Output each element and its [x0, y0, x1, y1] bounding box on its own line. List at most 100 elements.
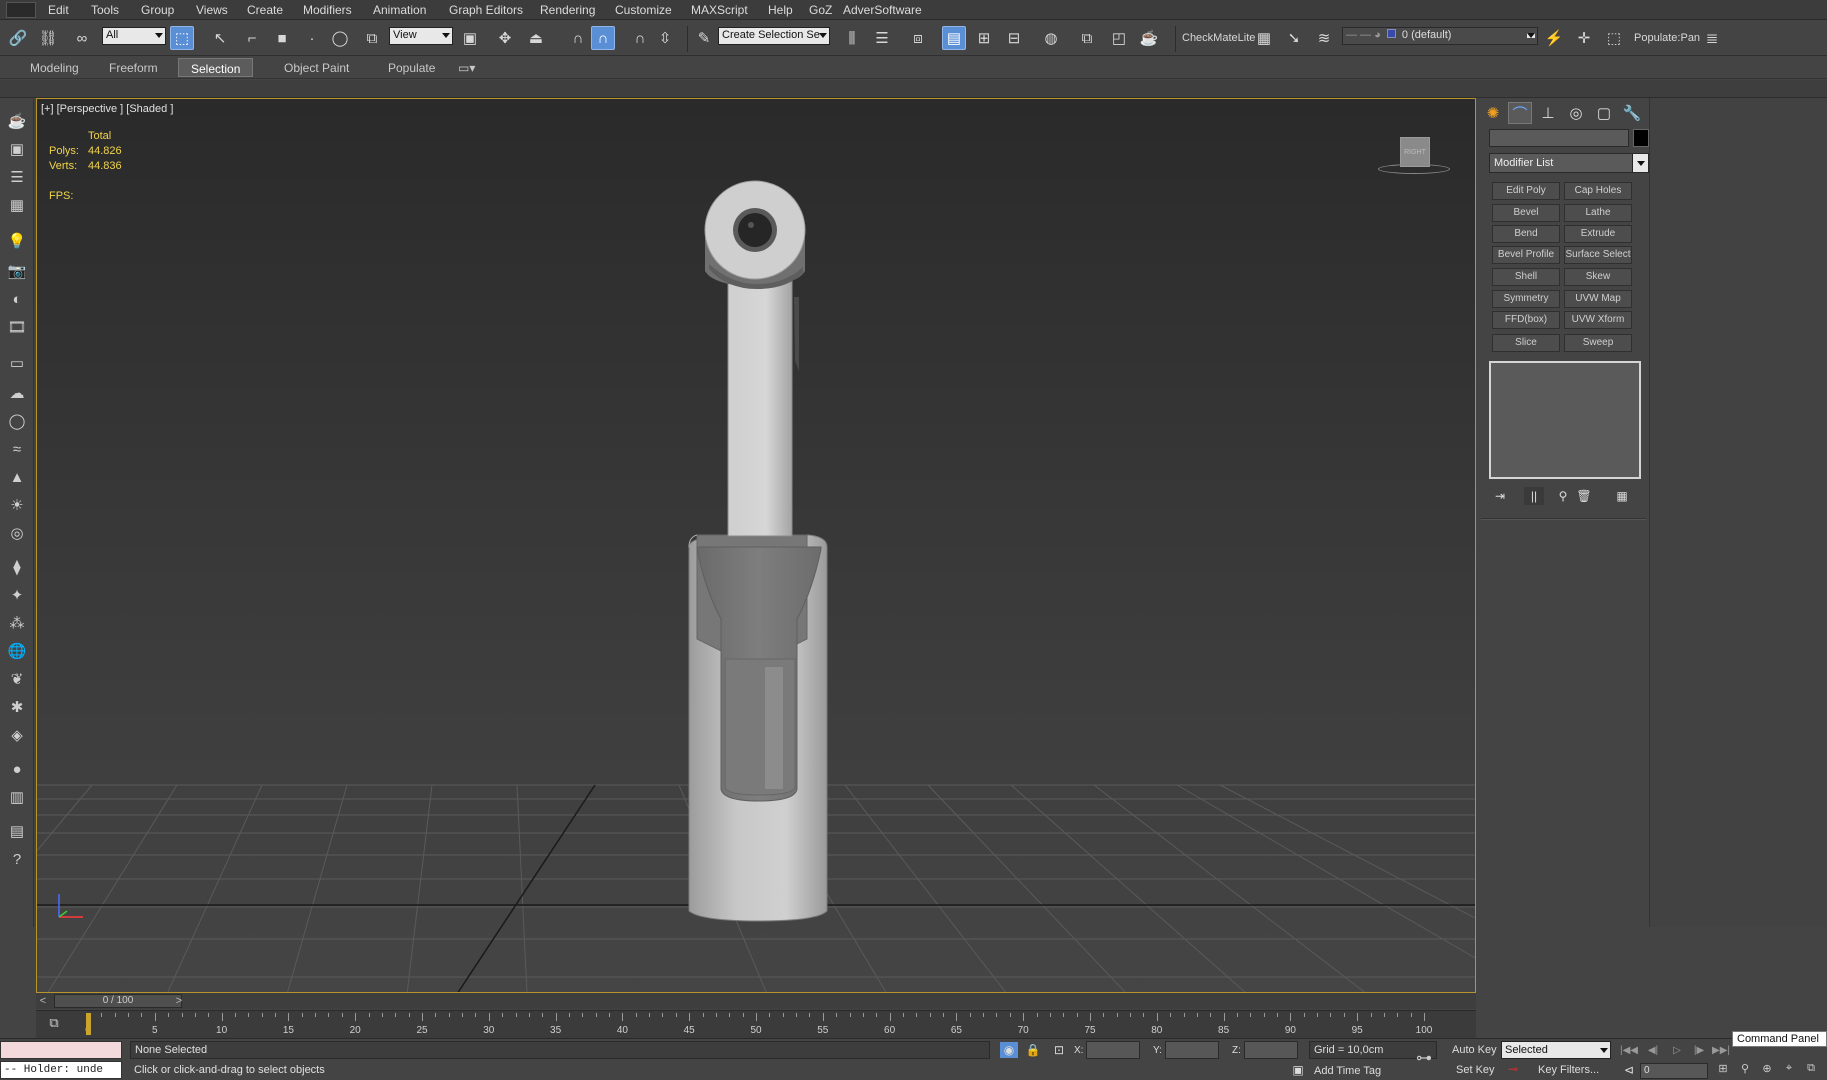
field-of-view-icon[interactable]: ⌖	[1780, 1062, 1798, 1078]
menu-help[interactable]: Help	[768, 3, 793, 17]
layer-dropdown[interactable]: — — ◕ 0 (default)	[1342, 27, 1538, 45]
select-manipulate-icon[interactable]: ✥	[493, 26, 517, 50]
rendered-frame-window-icon[interactable]: ◰	[1107, 26, 1131, 50]
material-sphere-icon[interactable]: ●	[5, 757, 29, 781]
named-selection-dropdown[interactable]: Create Selection Se	[718, 27, 830, 45]
next-frame-arrow[interactable]: >	[172, 994, 186, 1008]
edit-named-selection-icon[interactable]: ✎	[692, 26, 716, 50]
particle-icon[interactable]: ✦	[5, 583, 29, 607]
menu-edit[interactable]: Edit	[48, 3, 69, 17]
tab-freeform[interactable]: Freeform	[97, 58, 170, 77]
globe-icon[interactable]: 🌐	[5, 639, 29, 663]
time-cursor[interactable]	[86, 1013, 91, 1035]
modifier-button[interactable]: Symmetry	[1492, 290, 1560, 308]
modifier-button[interactable]: UVW Xform	[1564, 311, 1632, 329]
spring-icon[interactable]: ≈	[5, 437, 29, 461]
modifier-button[interactable]: Lathe	[1564, 204, 1632, 222]
menu-goz[interactable]: GoZ	[809, 3, 832, 17]
window-crossing-icon[interactable]: ■	[270, 26, 294, 50]
hair-fur-icon[interactable]: ✱	[5, 695, 29, 719]
select-and-scale-icon[interactable]: ⧉	[360, 26, 384, 50]
select-highlight-icon[interactable]: ⬚	[1602, 26, 1626, 50]
light-icon[interactable]: 💡	[5, 229, 29, 253]
track-bar[interactable]: ⧉ 05101520253035404550556065707580859095…	[36, 1010, 1476, 1038]
create-tab-icon[interactable]: ✺	[1481, 102, 1505, 124]
x-coordinate-field[interactable]	[1086, 1041, 1140, 1059]
viewport-label[interactable]: [+] [Perspective ] [Shaded ]	[41, 103, 173, 115]
time-configuration-icon[interactable]: ⊞	[1714, 1062, 1732, 1078]
object-color-swatch[interactable]	[1633, 129, 1649, 147]
film-icon[interactable]: 🎞	[5, 315, 29, 339]
set-key-button[interactable]: Set Key	[1456, 1064, 1495, 1076]
modifier-button[interactable]: Skew	[1564, 268, 1632, 286]
pin-stack-icon[interactable]: ⇥	[1490, 487, 1510, 505]
z-coordinate-field[interactable]	[1244, 1041, 1298, 1059]
add-icon[interactable]: ✛	[1572, 26, 1596, 50]
render-setup-icon[interactable]: ⧉	[1075, 26, 1099, 50]
maxscript-listener-output[interactable]: -- Holder: unde	[0, 1061, 122, 1079]
select-by-name-icon[interactable]: ↖	[208, 26, 232, 50]
pivot-center-icon[interactable]: ▣	[458, 26, 482, 50]
percent-snap-icon[interactable]: ∩	[628, 26, 652, 50]
selection-lock-icon[interactable]: 🔒	[1024, 1042, 1042, 1058]
maximize-viewport-icon[interactable]: ⧉	[1802, 1062, 1820, 1078]
tab-object-paint[interactable]: Object Paint	[272, 58, 361, 77]
angle-snap-icon[interactable]: ∩	[591, 26, 615, 50]
snaps-toggle-icon[interactable]: ∩	[566, 26, 590, 50]
perspective-viewport[interactable]: [+] [Perspective ] [Shaded ] Total Polys…	[36, 98, 1476, 993]
key-mode-dropdown[interactable]: Selected	[1501, 1041, 1611, 1059]
time-slider[interactable]: < 0 / 100 >	[36, 993, 1476, 1009]
help-icon[interactable]: ?	[5, 847, 29, 871]
checkmate-label[interactable]: CheckMateLite	[1182, 32, 1255, 44]
y-coordinate-field[interactable]	[1165, 1041, 1219, 1059]
add-time-tag-button[interactable]: Add Time Tag	[1314, 1065, 1381, 1077]
current-frame-field[interactable]: 0	[1640, 1063, 1708, 1079]
viewcube-compass[interactable]	[1378, 164, 1450, 174]
menu-rendering[interactable]: Rendering	[540, 3, 595, 17]
menu-customize[interactable]: Customize	[615, 3, 672, 17]
obj-icon[interactable]: ◈	[5, 723, 29, 747]
display-tab-icon[interactable]: ▢	[1592, 102, 1616, 124]
scene-explorer-icon[interactable]: ▤	[942, 26, 966, 50]
schematic-view-icon[interactable]: ⊟	[1002, 26, 1026, 50]
mirror-icon[interactable]: ⫼	[840, 26, 864, 50]
modifier-button[interactable]: UVW Map	[1564, 290, 1632, 308]
tab-modeling[interactable]: Modeling	[18, 58, 91, 77]
layer-manager-icon[interactable]: ≋	[1312, 26, 1336, 50]
spinner-snap-icon[interactable]: ⇳	[653, 26, 677, 50]
time-slider-thumb[interactable]: 0 / 100	[54, 994, 182, 1008]
configure-sets-icon[interactable]: ▦	[1612, 487, 1632, 505]
plane-icon[interactable]: ▭	[5, 351, 29, 375]
sphere-icon[interactable]: ◯	[5, 409, 29, 433]
isolate-selection-icon[interactable]: ◉	[1000, 1042, 1018, 1058]
set-keys-icon[interactable]: ⊸	[1505, 1062, 1521, 1078]
open-mini-curve-editor-icon[interactable]: ⧉	[44, 1015, 64, 1033]
key-mode-toggle-icon[interactable]: ⊲	[1620, 1062, 1638, 1078]
zoom-icon[interactable]: ⚲	[1736, 1062, 1754, 1078]
reference-coordinate-dropdown[interactable]: View	[389, 27, 453, 45]
scatter-icon[interactable]: ⁂	[5, 611, 29, 635]
modifier-button[interactable]: Slice	[1492, 334, 1560, 352]
menu-modifiers[interactable]: Modifiers	[303, 3, 352, 17]
tab-selection[interactable]: Selection	[178, 58, 254, 77]
zoom-all-icon[interactable]: ⊕	[1758, 1062, 1776, 1078]
script-icon[interactable]: ▤	[5, 819, 29, 843]
modifier-stack-list[interactable]	[1489, 361, 1641, 479]
modifier-button[interactable]: Cap Holes	[1564, 182, 1632, 200]
pointer-tool-icon[interactable]: ➘	[1282, 26, 1306, 50]
modifier-button[interactable]: Extrude	[1564, 225, 1632, 243]
menu-animation[interactable]: Animation	[373, 3, 426, 17]
unlink-icon[interactable]: ⛓	[36, 26, 60, 50]
maxscript-listener-input[interactable]	[0, 1041, 122, 1059]
keyboard-shortcut-override-icon[interactable]: ⏏	[524, 26, 548, 50]
bind-space-warp-icon[interactable]: ∞	[70, 26, 94, 50]
menu-views[interactable]: Views	[196, 3, 228, 17]
key-filters-button[interactable]: Key Filters...	[1538, 1064, 1599, 1076]
object-name-field[interactable]	[1489, 129, 1629, 147]
app-menu-icon[interactable]	[6, 2, 36, 18]
align-icon[interactable]: ☰	[870, 26, 894, 50]
ring-icon[interactable]: ◎	[5, 521, 29, 545]
modifier-button[interactable]: Bevel Profile	[1492, 246, 1560, 264]
layer-explorer-icon[interactable]: ⧈	[906, 26, 930, 50]
table-icon[interactable]: ▦	[5, 193, 29, 217]
